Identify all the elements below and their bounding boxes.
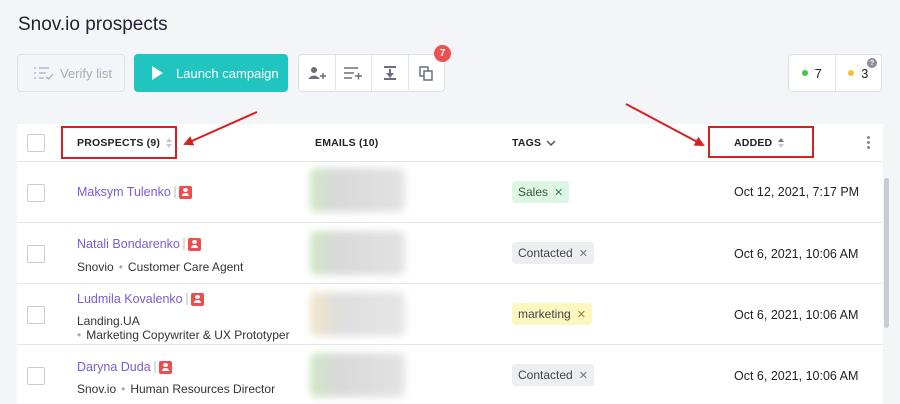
- annotation-arrows: [183, 103, 705, 146]
- arrow-to-prospects: [183, 111, 258, 146]
- arrow-to-added: [625, 103, 705, 146]
